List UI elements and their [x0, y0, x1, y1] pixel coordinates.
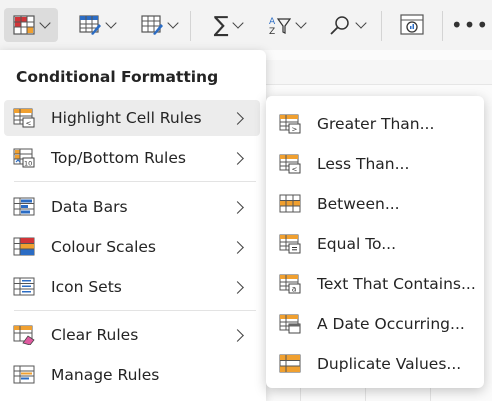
submenu-item-equal-to[interactable]: Equal To... — [266, 226, 484, 262]
sort-filter-icon: A Z — [269, 17, 291, 35]
menu-item-label: Highlight Cell Rules — [51, 109, 202, 127]
menu-item-label: Colour Scales — [51, 238, 156, 256]
chevron-right-icon — [231, 240, 244, 254]
more-options-button[interactable]: ••• — [450, 8, 490, 42]
submenu-item-label: A Date Occurring... — [317, 315, 465, 333]
chevron-down-icon — [295, 17, 307, 29]
conditional-formatting-button[interactable] — [4, 8, 58, 42]
toolbar-divider — [190, 11, 191, 41]
icon-sets-icon — [13, 277, 35, 296]
svg-text:>: > — [292, 126, 298, 134]
data-bars-icon — [13, 197, 35, 216]
chevron-down-icon — [167, 17, 179, 29]
autosum-button[interactable]: ∑ — [204, 8, 252, 42]
format-as-table-icon — [79, 15, 101, 35]
between-icon — [279, 194, 301, 213]
find-select-button[interactable] — [322, 8, 372, 42]
svg-text:<: < — [26, 120, 32, 128]
chevron-down-icon — [39, 17, 51, 29]
menu-item-icon-sets[interactable]: Icon Sets — [4, 269, 260, 305]
submenu-item-less-than[interactable]: < Less Than... — [266, 146, 484, 182]
equal-to-icon — [279, 234, 301, 254]
menu-item-colour-scales[interactable]: Colour Scales — [4, 229, 260, 265]
menu-title: Conditional Formatting — [16, 68, 219, 86]
submenu-item-label: Less Than... — [317, 155, 410, 173]
chevron-right-icon — [231, 151, 244, 165]
svg-text:Z: Z — [269, 27, 275, 35]
menu-divider — [14, 310, 256, 311]
cell-styles-button[interactable] — [134, 8, 184, 42]
submenu-item-label: Greater Than... — [317, 115, 435, 133]
chevron-right-icon — [231, 200, 244, 214]
menu-item-data-bars[interactable]: Data Bars — [4, 189, 260, 225]
menu-item-top-bottom-rules[interactable]: 10 Top/Bottom Rules — [4, 140, 260, 176]
menu-item-label: Top/Bottom Rules — [51, 149, 186, 167]
menu-item-highlight-cell-rules[interactable]: < Highlight Cell Rules — [4, 100, 260, 136]
conditional-formatting-menu: Conditional Formatting < Highlight Cell … — [0, 50, 266, 401]
submenu-item-greater-than[interactable]: > Greater Than... — [266, 106, 484, 142]
chevron-down-icon — [105, 17, 117, 29]
chevron-down-icon — [232, 17, 245, 29]
svg-text:<: < — [292, 166, 298, 174]
svg-text:a: a — [292, 285, 297, 294]
menu-item-clear-rules[interactable]: Clear Rules — [4, 317, 260, 353]
menu-item-label: Clear Rules — [51, 326, 139, 344]
menu-item-label: Manage Rules — [51, 366, 160, 384]
analyze-data-button[interactable] — [394, 8, 430, 42]
submenu-item-label: Equal To... — [317, 235, 397, 253]
find-search-icon — [330, 16, 349, 35]
submenu-item-label: Text That Contains... — [317, 275, 476, 293]
chevron-down-icon — [355, 17, 367, 29]
sum-icon: ∑ — [213, 12, 229, 38]
analyze-data-icon — [400, 14, 424, 35]
submenu-item-label: Duplicate Values... — [317, 355, 462, 373]
sort-filter-button[interactable]: A Z — [262, 8, 312, 42]
chevron-right-icon — [231, 111, 244, 125]
clear-rules-icon — [13, 325, 35, 345]
more-options-icon: ••• — [450, 13, 490, 37]
highlight-cell-rules-submenu: > Greater Than... < Less Than... Between… — [266, 96, 484, 388]
highlight-cell-rules-icon: < — [13, 108, 35, 128]
ribbon-toolbar: ∑ A Z ••• — [0, 0, 492, 50]
submenu-item-between[interactable]: Between... — [266, 186, 484, 222]
menu-item-label: Data Bars — [51, 198, 128, 216]
greater-than-icon: > — [279, 114, 301, 134]
text-contains-icon: a — [279, 274, 301, 294]
svg-text:10: 10 — [24, 160, 32, 168]
duplicate-values-icon — [279, 354, 301, 373]
date-occurring-icon — [279, 314, 301, 334]
menu-item-label: Icon Sets — [51, 278, 122, 296]
formula-bar-area — [265, 60, 492, 85]
toolbar-divider — [381, 11, 382, 41]
conditional-formatting-icon — [13, 15, 35, 35]
manage-rules-icon — [13, 365, 35, 384]
chevron-right-icon — [231, 280, 244, 294]
svg-text:A: A — [269, 17, 276, 27]
less-than-icon: < — [279, 154, 301, 174]
colour-scales-icon — [13, 237, 35, 256]
submenu-item-text-that-contains[interactable]: a Text That Contains... — [266, 266, 484, 302]
submenu-item-label: Between... — [317, 195, 400, 213]
chevron-right-icon — [231, 328, 244, 342]
top-bottom-rules-icon: 10 — [13, 148, 35, 168]
submenu-item-date-occurring[interactable]: A Date Occurring... — [266, 306, 484, 342]
menu-item-manage-rules[interactable]: Manage Rules — [4, 357, 260, 393]
toolbar-divider — [442, 11, 443, 41]
submenu-item-duplicate-values[interactable]: Duplicate Values... — [266, 346, 484, 382]
cell-styles-icon — [141, 15, 163, 35]
menu-divider — [14, 181, 256, 182]
format-as-table-button[interactable] — [72, 8, 122, 42]
